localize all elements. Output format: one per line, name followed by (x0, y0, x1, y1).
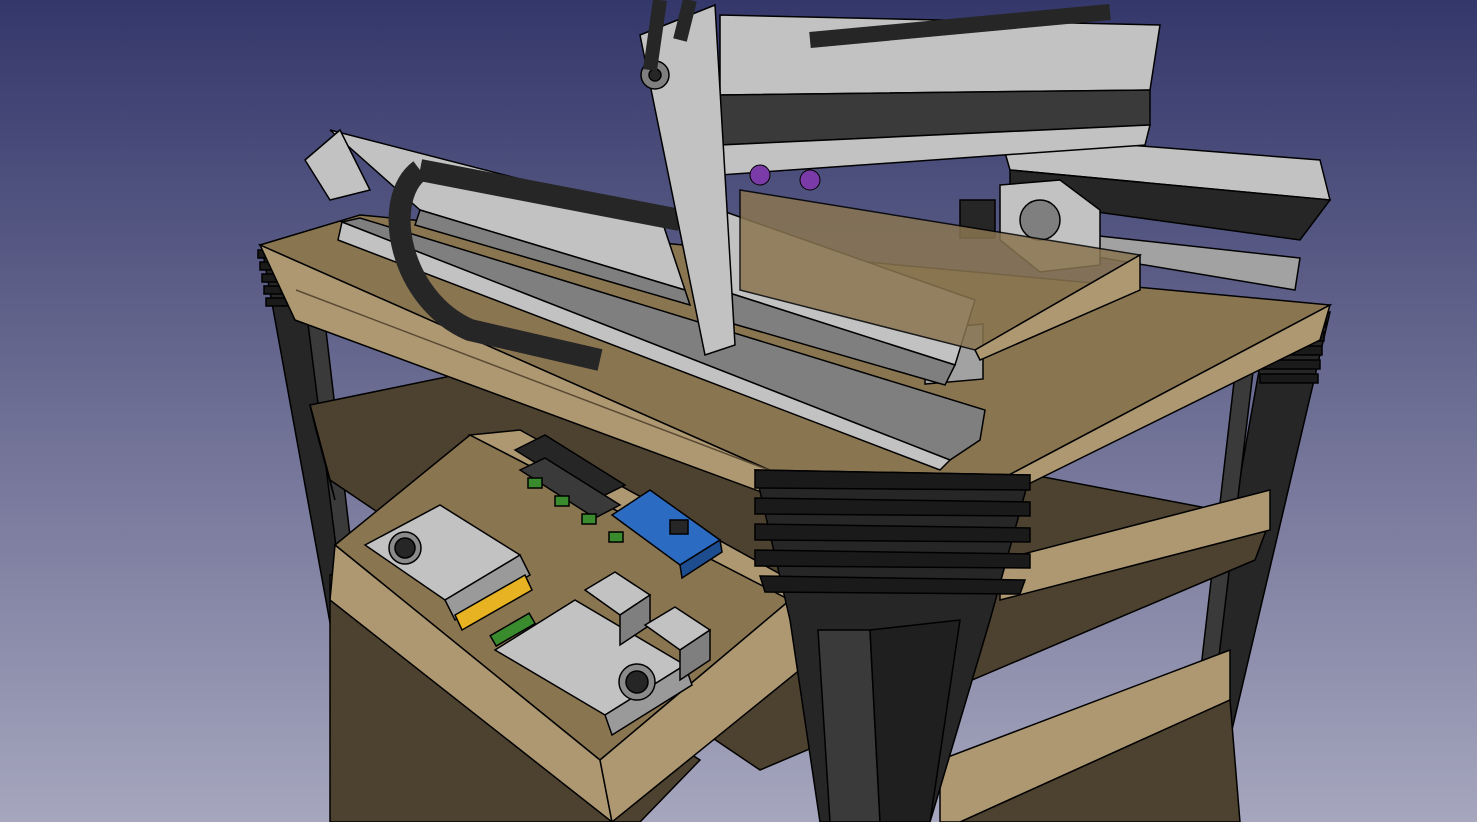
cnc-router-table-3d-model[interactable] (0, 0, 1477, 822)
purple-roller-2 (799, 169, 821, 191)
3d-viewport[interactable] (0, 0, 1477, 822)
purple-roller-1 (749, 164, 771, 186)
